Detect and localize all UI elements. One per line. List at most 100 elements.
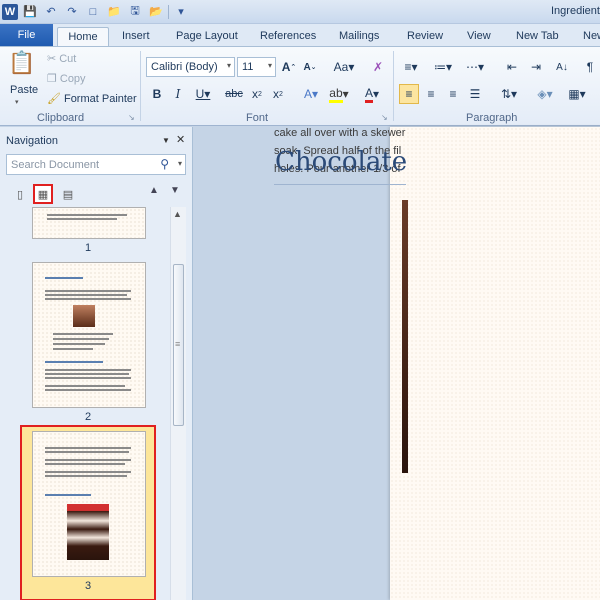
justify-icon[interactable]: ☰ bbox=[465, 84, 485, 104]
clear-formatting-icon[interactable]: ✗ bbox=[368, 57, 388, 77]
page-thumbnails: 1 2 3 bbox=[6, 207, 170, 600]
search-input[interactable]: Search Document ⚲ ▾ bbox=[6, 154, 186, 175]
document-area bbox=[194, 127, 600, 600]
tab-page-layout[interactable]: Page Layout bbox=[176, 27, 238, 46]
clipboard-launcher-icon[interactable]: ↘ bbox=[128, 113, 135, 122]
shrink-font-icon[interactable]: A ⌄ bbox=[300, 57, 320, 77]
browse-results-icon[interactable]: ▤ bbox=[58, 184, 78, 204]
thumbnail-text-line bbox=[53, 343, 105, 345]
clipboard-group-label: Clipboard bbox=[37, 112, 85, 124]
italic-icon[interactable]: I bbox=[168, 84, 188, 104]
tab-home[interactable]: Home bbox=[57, 27, 109, 46]
document-page[interactable] bbox=[390, 127, 600, 600]
section-heading: Chocolate bbox=[275, 147, 408, 177]
decrease-indent-icon[interactable]: ⇤ bbox=[502, 57, 522, 77]
paragraph-group-label: Paragraph bbox=[466, 112, 518, 124]
bullets-icon[interactable]: ≡▾ bbox=[399, 57, 423, 77]
tab-view[interactable]: View bbox=[467, 27, 491, 46]
font-size-value: 11 bbox=[242, 61, 254, 73]
show-formatting-icon[interactable]: ¶ bbox=[580, 57, 600, 77]
browse-pages-icon[interactable]: ▦ bbox=[33, 184, 53, 204]
bold-icon[interactable]: B bbox=[147, 84, 167, 104]
qat-separator bbox=[168, 4, 169, 19]
tab-mailings[interactable]: Mailings bbox=[339, 27, 379, 46]
page-number: 2 bbox=[84, 411, 92, 423]
group-separator bbox=[393, 51, 394, 121]
new-document-icon[interactable]: □ bbox=[84, 3, 102, 20]
grow-font-icon[interactable]: A ⌃ bbox=[279, 57, 299, 77]
tab-file[interactable]: File bbox=[0, 24, 53, 46]
thumbnail-text-line bbox=[45, 447, 131, 449]
sort-icon[interactable]: A↓ bbox=[552, 57, 572, 77]
paste-icon[interactable]: 📋 bbox=[8, 50, 38, 75]
font-size-combo[interactable]: 11 ▾ bbox=[237, 57, 276, 77]
browse-headings-icon[interactable]: ▯ bbox=[10, 184, 30, 204]
format-painter-label: Format Painter bbox=[63, 92, 137, 105]
copy-icon: ❐ bbox=[47, 73, 57, 85]
tab-review[interactable]: Review bbox=[407, 27, 443, 46]
page-thumbnail[interactable] bbox=[32, 262, 146, 408]
thumbnail-scrollbar[interactable]: ▲ ≡ bbox=[170, 207, 186, 600]
tab-new-tab[interactable]: New Tab bbox=[516, 27, 559, 46]
borders-icon[interactable]: ▦▾ bbox=[565, 84, 589, 104]
close-icon[interactable]: ✕ bbox=[176, 133, 185, 146]
group-separator bbox=[140, 51, 141, 121]
font-name-value: Calibri (Body) bbox=[151, 61, 218, 73]
pane-options-icon[interactable]: ▼ bbox=[162, 136, 170, 145]
thumbnail-heading-line bbox=[45, 494, 91, 496]
search-placeholder: Search Document bbox=[11, 159, 100, 171]
thumbnail-text-line bbox=[45, 369, 131, 371]
align-center-icon[interactable]: ≡ bbox=[421, 84, 441, 104]
copy-label: Copy bbox=[59, 72, 86, 85]
folder-icon[interactable]: 📂 bbox=[147, 3, 165, 20]
change-case-icon[interactable]: Aa▾ bbox=[331, 57, 357, 77]
subscript-icon[interactable]: x2 bbox=[247, 84, 267, 104]
copy-button[interactable]: ❐ Copy bbox=[47, 72, 86, 86]
format-painter-button[interactable]: 🖌 Format Painter bbox=[47, 92, 137, 106]
shading-icon[interactable]: ◈▾ bbox=[533, 84, 557, 104]
numbering-icon[interactable]: ≔▾ bbox=[431, 57, 455, 77]
tab-insert[interactable]: Insert bbox=[122, 27, 150, 46]
align-left-icon[interactable]: ≡ bbox=[399, 84, 419, 104]
cut-button[interactable]: ✂ Cut bbox=[47, 52, 76, 66]
save-icon[interactable]: 💾 bbox=[21, 3, 39, 20]
increase-indent-icon[interactable]: ⇥ bbox=[526, 57, 546, 77]
thumbnail-text-line bbox=[45, 471, 131, 473]
word-logo-icon[interactable]: W bbox=[2, 3, 18, 20]
document-title: Ingredients bbox=[551, 5, 600, 17]
text-effects-icon[interactable]: A▾ bbox=[299, 84, 323, 104]
font-name-combo[interactable]: Calibri (Body) ▾ bbox=[146, 57, 235, 77]
paste-dropdown-icon[interactable]: ▾ bbox=[15, 98, 19, 106]
underline-icon[interactable]: U▾ bbox=[190, 84, 216, 104]
highlight-icon[interactable]: ab ▾ bbox=[327, 84, 351, 104]
heading-underline bbox=[274, 184, 406, 185]
line-spacing-icon[interactable]: ⇅▾ bbox=[497, 84, 521, 104]
customize-qat-icon[interactable]: ▾ bbox=[172, 3, 190, 20]
paste-button[interactable]: Paste bbox=[10, 84, 38, 96]
next-result-icon[interactable]: ▼ bbox=[170, 185, 180, 196]
tab-new[interactable]: New bbox=[583, 27, 600, 46]
thumbnail-heading-line bbox=[45, 277, 83, 279]
font-color-icon[interactable]: A ▾ bbox=[359, 84, 385, 104]
open-folder-icon[interactable]: 📁 bbox=[105, 3, 123, 20]
align-right-icon[interactable]: ≡ bbox=[443, 84, 463, 104]
superscript-icon[interactable]: x2 bbox=[268, 84, 288, 104]
strikethrough-icon[interactable]: abc bbox=[223, 84, 245, 104]
font-launcher-icon[interactable]: ↘ bbox=[381, 113, 388, 122]
page-thumbnail-selected[interactable] bbox=[32, 431, 146, 577]
navigation-pane: Navigation ▼ ✕ Search Document ⚲ ▾ ▯ ▦ ▤… bbox=[0, 127, 193, 600]
page-thumbnail[interactable] bbox=[32, 207, 146, 239]
quick-save-icon[interactable]: 🖫 bbox=[126, 3, 144, 20]
thumbnail-text-line bbox=[47, 218, 117, 220]
paintbrush-icon: 🖌 bbox=[47, 93, 61, 105]
undo-icon[interactable]: ↶ bbox=[42, 3, 60, 20]
chevron-down-icon[interactable]: ▾ bbox=[178, 159, 182, 168]
thumbnail-text-line bbox=[45, 463, 125, 465]
previous-result-icon[interactable]: ▲ bbox=[149, 185, 159, 196]
tab-references[interactable]: References bbox=[260, 27, 316, 46]
scroll-up-icon[interactable]: ▲ bbox=[173, 209, 182, 219]
redo-icon[interactable]: ↷ bbox=[63, 3, 81, 20]
search-icon[interactable]: ⚲ bbox=[160, 157, 169, 171]
multilevel-list-icon[interactable]: ⋯▾ bbox=[463, 57, 487, 77]
scrollbar-thumb[interactable]: ≡ bbox=[173, 264, 184, 426]
